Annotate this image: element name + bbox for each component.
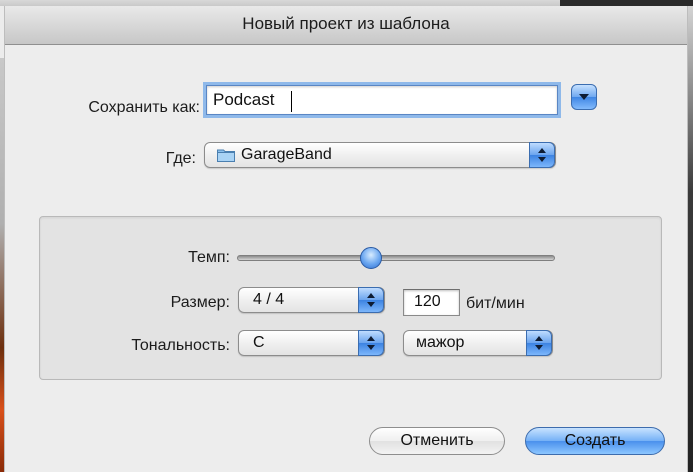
key-value: C — [253, 334, 265, 351]
tempo-bpm-value: 120 — [414, 293, 441, 310]
tempo-bpm-input[interactable]: 120 — [403, 289, 460, 316]
where-value: GarageBand — [241, 146, 332, 163]
key-popup-arrows — [358, 330, 384, 356]
arrow-up-icon — [367, 293, 375, 298]
arrow-up-icon — [538, 148, 546, 153]
where-label: Где: — [165, 150, 196, 167]
size-label: Размер: — [170, 294, 230, 311]
key-label: Тональность: — [131, 337, 230, 354]
save-as-value: Podcast — [213, 90, 275, 109]
arrow-down-icon — [367, 345, 375, 350]
cancel-button[interactable]: Отменить — [369, 427, 505, 455]
save-as-input[interactable]: Podcast — [206, 85, 558, 115]
arrow-down-icon — [535, 345, 543, 350]
bpm-unit-label: бит/мин — [466, 295, 525, 312]
arrow-down-icon — [367, 302, 375, 307]
where-popup-arrows — [529, 142, 555, 168]
tempo-slider-knob[interactable] — [359, 247, 382, 269]
time-signature-value: 4 / 4 — [253, 291, 285, 308]
text-caret — [291, 91, 292, 112]
expand-browser-button[interactable] — [571, 84, 597, 110]
mode-value: мажор — [416, 334, 465, 351]
time-signature-arrows — [358, 287, 384, 313]
mode-popup-arrows — [526, 330, 552, 356]
create-button[interactable]: Создать — [525, 427, 665, 455]
tempo-label: Темп: — [188, 249, 230, 266]
arrow-down-icon — [538, 157, 546, 162]
mode-popup[interactable]: мажор — [403, 330, 553, 356]
folder-icon — [217, 149, 235, 162]
dialog-titlebar: Новый проект из шаблона — [5, 6, 687, 45]
time-signature-popup[interactable]: 4 / 4 — [238, 287, 385, 313]
arrow-up-icon — [367, 336, 375, 341]
save-as-label: Сохранить как: — [88, 99, 200, 116]
chevron-down-icon — [579, 94, 589, 100]
arrow-up-icon — [535, 336, 543, 341]
tempo-slider-track[interactable] — [237, 255, 555, 261]
dialog-title: Новый проект из шаблона — [242, 14, 450, 33]
key-popup[interactable]: C — [238, 330, 385, 356]
where-popup[interactable]: GarageBand — [204, 142, 556, 168]
